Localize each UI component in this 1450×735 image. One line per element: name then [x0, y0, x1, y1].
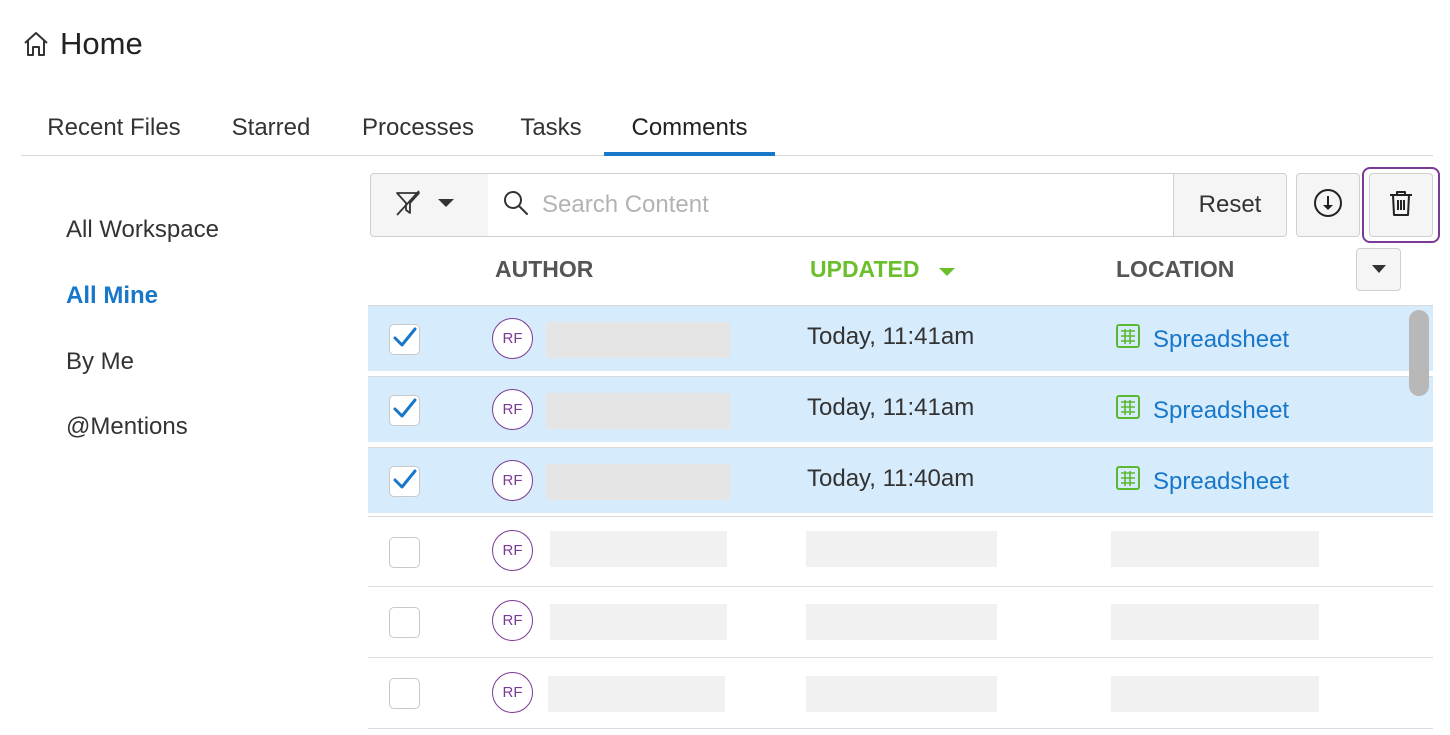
table-row[interactable]: RF	[368, 658, 1433, 729]
filter-off-icon	[393, 188, 423, 223]
search-icon	[502, 189, 530, 222]
table-row[interactable]: RF Today, 11:41am Spreadsheet	[368, 305, 1433, 371]
tab-tasks[interactable]: Tasks	[499, 108, 603, 156]
nav-mentions[interactable]: @Mentions	[66, 413, 188, 441]
reset-button[interactable]: Reset	[1173, 173, 1287, 237]
row-checkbox[interactable]	[389, 607, 420, 638]
spreadsheet-icon	[1115, 465, 1141, 498]
updated-placeholder	[806, 676, 997, 712]
updated-time: Today, 11:40am	[807, 465, 975, 492]
row-checkbox[interactable]	[389, 324, 420, 355]
column-header-updated[interactable]: UPDATED	[810, 256, 956, 284]
spreadsheet-icon	[1115, 394, 1141, 427]
nav-all-workspace[interactable]: All Workspace	[66, 216, 219, 244]
author-name-redacted	[546, 322, 730, 358]
page-title: Home	[60, 26, 143, 61]
trash-icon	[1388, 189, 1414, 222]
download-button[interactable]	[1296, 173, 1360, 237]
delete-button[interactable]	[1369, 173, 1433, 237]
author-placeholder	[550, 531, 727, 567]
filter-button[interactable]	[370, 173, 489, 237]
tab-starred[interactable]: Starred	[207, 108, 335, 156]
column-header-location[interactable]: LOCATION	[1116, 256, 1234, 283]
avatar: RF	[492, 672, 533, 713]
location-link[interactable]: Spreadsheet	[1115, 394, 1289, 427]
author-placeholder	[550, 604, 727, 640]
updated-placeholder	[806, 531, 997, 567]
row-checkbox[interactable]	[389, 466, 420, 497]
download-icon	[1312, 187, 1344, 224]
main-tabs: Recent Files Starred Processes Tasks Com…	[21, 108, 1433, 156]
home-icon	[22, 30, 50, 58]
search-box	[488, 173, 1174, 237]
sort-desc-icon	[938, 257, 956, 284]
column-header-updated-label: UPDATED	[810, 256, 920, 282]
checkmark-icon	[392, 326, 418, 353]
nav-all-mine[interactable]: All Mine	[66, 282, 158, 310]
location-label: Spreadsheet	[1153, 325, 1290, 353]
checkmark-icon	[392, 468, 418, 495]
checkmark-icon	[392, 397, 418, 424]
search-input[interactable]	[542, 191, 1142, 219]
table-row[interactable]: RF	[368, 516, 1433, 587]
avatar: RF	[492, 389, 533, 430]
chevron-down-icon	[437, 196, 455, 214]
tab-recent-files[interactable]: Recent Files	[21, 108, 207, 156]
nav-by-me[interactable]: By Me	[66, 348, 134, 376]
table-row[interactable]: RF Today, 11:41am Spreadsheet	[368, 376, 1433, 442]
avatar: RF	[492, 318, 533, 359]
delete-highlight	[1362, 167, 1440, 243]
location-placeholder	[1111, 676, 1319, 712]
location-placeholder	[1111, 604, 1319, 640]
location-label: Spreadsheet	[1153, 467, 1290, 495]
updated-time: Today, 11:41am	[807, 394, 975, 421]
row-checkbox[interactable]	[389, 395, 420, 426]
author-placeholder	[548, 676, 725, 712]
tab-processes[interactable]: Processes	[339, 108, 497, 156]
author-name-redacted	[546, 393, 730, 429]
table-scrollbar[interactable]	[1409, 310, 1429, 396]
row-checkbox[interactable]	[389, 678, 420, 709]
spreadsheet-icon	[1115, 323, 1141, 356]
location-link[interactable]: Spreadsheet	[1115, 323, 1289, 356]
chevron-down-icon	[1371, 261, 1387, 279]
page-header: Home	[22, 24, 143, 64]
table-row[interactable]: RF	[368, 587, 1433, 658]
row-checkbox[interactable]	[389, 537, 420, 568]
tab-comments[interactable]: Comments	[604, 108, 775, 156]
updated-time: Today, 11:41am	[807, 323, 975, 350]
author-name-redacted	[546, 464, 730, 500]
location-link[interactable]: Spreadsheet	[1115, 465, 1289, 498]
avatar: RF	[492, 530, 533, 571]
updated-placeholder	[806, 604, 997, 640]
avatar: RF	[492, 600, 533, 641]
location-placeholder	[1111, 531, 1319, 567]
table-row[interactable]: RF Today, 11:40am Spreadsheet	[368, 447, 1433, 513]
column-options-button[interactable]	[1356, 248, 1401, 291]
avatar: RF	[492, 460, 533, 501]
location-label: Spreadsheet	[1153, 396, 1290, 424]
column-header-author[interactable]: AUTHOR	[495, 256, 593, 283]
